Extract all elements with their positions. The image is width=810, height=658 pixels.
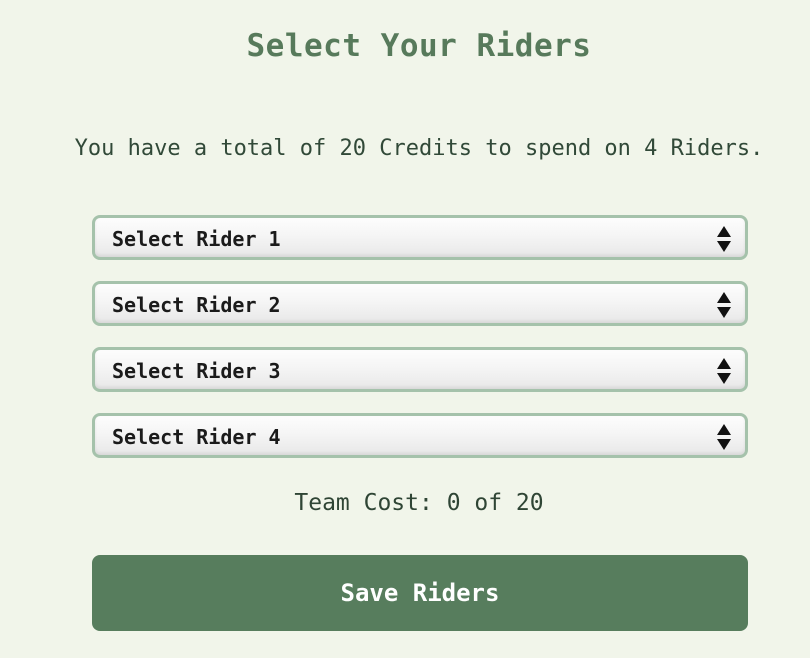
rider-4-select[interactable]: Select Rider 4 (92, 413, 748, 458)
rider-1-select[interactable]: Select Rider 1 (92, 215, 748, 260)
rider-3-select[interactable]: Select Rider 3 (92, 347, 748, 392)
rider-2-select-value: Select Rider 2 (112, 293, 281, 317)
rider-1-select-value: Select Rider 1 (112, 227, 281, 251)
rider-3-select-value: Select Rider 3 (112, 359, 281, 383)
rider-2-select[interactable]: Select Rider 2 (92, 281, 748, 326)
select-arrows-icon (716, 423, 732, 451)
select-arrows-icon (716, 225, 732, 253)
select-arrows-icon (716, 357, 732, 385)
save-riders-button[interactable]: Save Riders (92, 555, 748, 631)
team-cost-text: Team Cost: 0 of 20 (294, 490, 544, 516)
page-title: Select Your Riders (246, 28, 592, 64)
rider-4-select-value: Select Rider 4 (112, 425, 281, 449)
intro-text: You have a total of 20 Credits to spend … (74, 136, 764, 161)
select-arrows-icon (716, 291, 732, 319)
